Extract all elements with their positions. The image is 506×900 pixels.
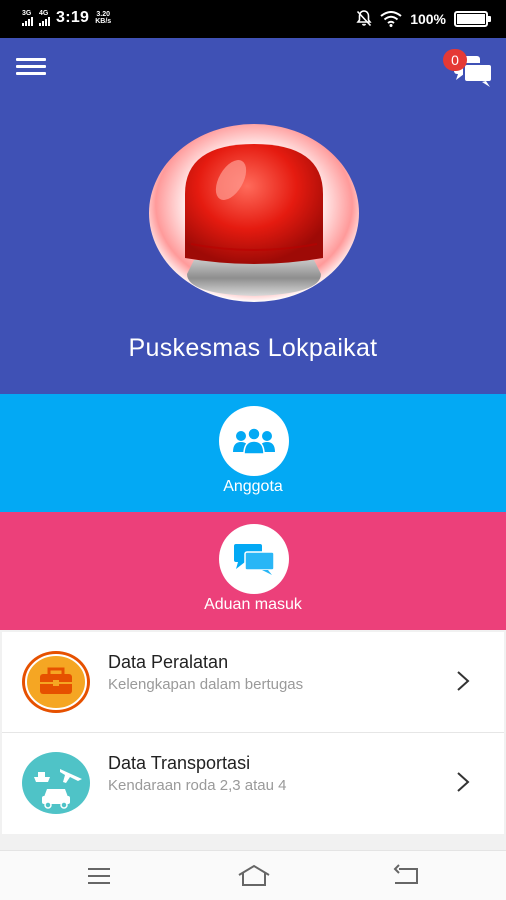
status-left: 3G 4G 3:19 3.20 KB/s [22,9,111,27]
back-icon[interactable] [389,863,425,889]
status-right: 100% [356,10,491,27]
signal-3g-icon: 3G [22,10,33,26]
network-speed-unit: KB/s [95,18,112,25]
network-speed-value: 3.20 [96,11,111,18]
organization-name: Puskesmas Lokpaikat [128,334,378,362]
signal-4g-icon: 4G [39,10,50,26]
profile-header: 0 Puskesmas Lokpaikat [0,38,506,394]
menu-button[interactable] [16,58,46,80]
tile-aduan-circle [219,524,289,594]
menu-icon-line [16,58,46,61]
list-item-subtitle: Kelengkapan dalam bertugas [108,676,304,693]
chat-bubbles-icon [234,544,275,575]
menu-icon-line [16,72,46,75]
tile-aduan-masuk[interactable]: Aduan masuk [0,512,506,630]
siren-logo [149,124,359,302]
network-speed: 3.20 KB/s [95,11,111,25]
tile-anggota-label: Anggota [223,478,283,495]
battery-percent: 100% [410,10,446,27]
clock: 3:19 [56,9,90,26]
silent-bell-icon [356,10,372,27]
tile-anggota[interactable]: Anggota [0,394,506,512]
list-item-data-transportasi[interactable]: Data Transportasi Kendaraan roda 2,3 ata… [2,733,504,834]
chevron-right-icon [457,772,470,792]
list-item-subtitle: Kendaraan roda 2,3 atau 4 [108,777,287,794]
list-item-data-peralatan[interactable]: Data Peralatan Kelengkapan dalam bertuga… [2,632,504,733]
list-item-title: Data Peralatan [108,652,229,672]
chevron-right-icon [457,671,470,691]
wifi-icon [380,10,402,27]
toolbox-icon [22,651,90,713]
tile-anggota-circle [219,406,289,476]
notification-badge: 0 [443,49,467,71]
signal-4g-label: 4G [39,10,49,17]
menu-icon-line [16,65,46,68]
status-bar: 3G 4G 3:19 3.20 KB/s 100% [0,0,506,38]
group-icon [233,427,275,455]
recent-apps-icon[interactable] [81,863,117,889]
siren-icon [149,124,359,302]
data-list: Data Peralatan Kelengkapan dalam bertuga… [2,632,504,834]
transport-icon [22,752,90,814]
system-nav-bar [0,850,506,900]
tile-aduan-label: Aduan masuk [204,596,302,613]
signal-3g-label: 3G [22,10,32,17]
home-icon[interactable] [236,863,272,889]
list-item-title: Data Transportasi [108,753,251,773]
battery-icon [454,10,491,27]
